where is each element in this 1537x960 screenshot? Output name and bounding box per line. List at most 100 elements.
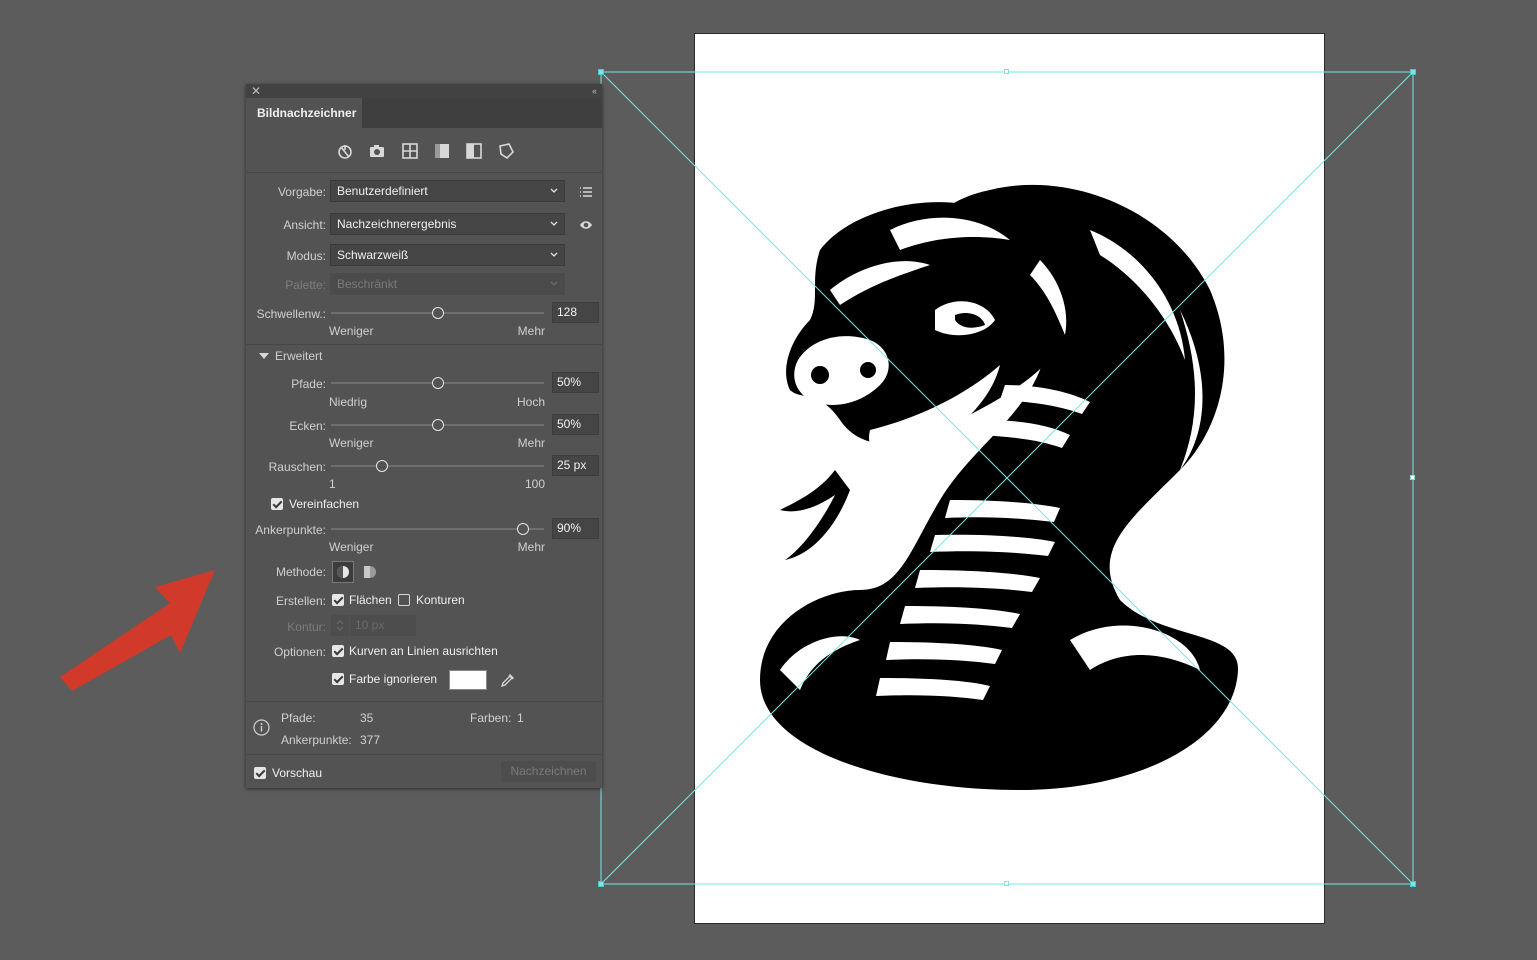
- divider: [246, 172, 602, 173]
- rauschen-max-label: 100: [524, 477, 545, 491]
- ecken-slider-knob[interactable]: [431, 419, 444, 431]
- divider: [246, 701, 602, 702]
- kontur-input: 10 px: [350, 615, 416, 636]
- overlapping-method-icon[interactable]: [359, 561, 381, 583]
- outline-icon[interactable]: [497, 142, 515, 160]
- flaechen-checkbox[interactable]: [332, 594, 344, 606]
- vorgabe-label: Vorgabe:: [277, 185, 326, 199]
- info-ankerpunkte-value: 377: [360, 733, 381, 747]
- ansicht-dropdown[interactable]: Nachzeichnerergebnis: [330, 213, 565, 235]
- snake-artwork[interactable]: [740, 170, 1250, 800]
- erweitert-label[interactable]: Erweitert: [275, 349, 322, 363]
- selection-handle-right-middle[interactable]: [1410, 475, 1415, 480]
- divider: [246, 754, 602, 755]
- farbe-ignorieren-checkbox[interactable]: [332, 673, 344, 685]
- info-pfade-value: 35: [360, 711, 374, 725]
- ecken-max-label: Mehr: [517, 436, 545, 450]
- modus-label: Modus:: [286, 249, 326, 263]
- ankerpunkte-min-label: Weniger: [329, 540, 374, 554]
- ecken-input[interactable]: 50%: [552, 414, 599, 435]
- nachzeichnen-button[interactable]: Nachzeichnen: [501, 761, 596, 782]
- methode-label: Methode:: [275, 565, 326, 579]
- vereinfachen-checkbox[interactable]: [271, 498, 283, 510]
- chevron-down-icon: [550, 221, 558, 226]
- optionen-label: Optionen:: [273, 645, 326, 659]
- vereinfachen-label: Vereinfachen: [289, 497, 360, 511]
- eyedropper-icon[interactable]: [499, 671, 517, 689]
- panel-title-bar[interactable]: ✕ ‹‹: [246, 84, 602, 98]
- ansicht-value: Nachzeichnerergebnis: [337, 217, 457, 231]
- ecken-min-label: Weniger: [329, 436, 374, 450]
- vorschau-label: Vorschau: [272, 766, 323, 780]
- collapse-icon[interactable]: ‹‹: [592, 84, 597, 98]
- stepper-arrows-icon: [336, 620, 344, 631]
- rauschen-input[interactable]: 25 px: [552, 455, 599, 476]
- vorgabe-value: Benutzerdefiniert: [337, 184, 428, 198]
- rauschen-slider-track[interactable]: [331, 465, 544, 467]
- modus-dropdown[interactable]: Schwarzweiß: [330, 244, 565, 266]
- chevron-down-icon: [550, 188, 558, 193]
- vorgabe-dropdown[interactable]: Benutzerdefiniert: [330, 180, 565, 202]
- pfade-label: Pfade:: [291, 377, 326, 391]
- schwellenwert-slider-knob[interactable]: [431, 307, 444, 319]
- konturen-checkbox[interactable]: [398, 594, 410, 606]
- ankerpunkte-input[interactable]: 90%: [552, 518, 599, 539]
- selection-handle-top-left[interactable]: [598, 69, 604, 75]
- info-farben-label: Farben:: [470, 711, 512, 725]
- preset-icon-bar: [246, 128, 602, 172]
- panel-tab-bar: Bildnachzeichner: [246, 98, 602, 128]
- pfade-slider-knob[interactable]: [431, 377, 444, 389]
- pfade-max-label: Hoch: [516, 395, 545, 409]
- erstellen-label: Erstellen:: [275, 594, 326, 608]
- flaechen-label: Flächen: [349, 593, 392, 607]
- palette-dropdown: Beschränkt: [330, 273, 565, 295]
- palette-value: Beschränkt: [337, 277, 398, 291]
- ankerpunkte-max-label: Mehr: [517, 540, 545, 554]
- pfade-input[interactable]: 50%: [552, 372, 599, 393]
- selection-handle-bottom-middle[interactable]: [1004, 881, 1009, 886]
- konturen-label: Konturen: [416, 593, 465, 607]
- kontur-label: Kontur:: [287, 620, 326, 634]
- schwellenwert-max-label: Mehr: [517, 324, 545, 338]
- rauschen-min-label: 1: [329, 477, 336, 491]
- palette-label: Palette:: [285, 278, 326, 292]
- info-icon: [253, 719, 270, 736]
- kontur-stepper: [331, 615, 349, 636]
- black-white-icon[interactable]: [465, 142, 483, 160]
- disclosure-triangle-icon[interactable]: [258, 351, 270, 361]
- ankerpunkte-label: Ankerpunkte:: [255, 523, 326, 537]
- selection-handle-bottom-right[interactable]: [1410, 881, 1416, 887]
- selection-handle-top-right[interactable]: [1410, 69, 1416, 75]
- schwellenwert-input[interactable]: 128: [552, 302, 599, 323]
- eye-icon[interactable]: [579, 218, 593, 232]
- ankerpunkte-slider-knob[interactable]: [516, 523, 529, 535]
- camera-icon[interactable]: [368, 142, 386, 160]
- chevron-down-icon: [550, 281, 558, 286]
- rauschen-slider-knob[interactable]: [376, 460, 389, 472]
- preset-menu-icon[interactable]: [579, 185, 593, 199]
- close-icon[interactable]: ✕: [251, 84, 261, 98]
- ankerpunkte-slider-track[interactable]: [331, 528, 544, 530]
- modus-value: Schwarzweiß: [337, 248, 409, 262]
- rauschen-label: Rauschen:: [268, 460, 326, 474]
- ignore-color-swatch[interactable]: [449, 670, 487, 690]
- abutting-method-icon[interactable]: [332, 561, 354, 583]
- ecken-label: Ecken:: [289, 419, 326, 433]
- chevron-down-icon: [550, 252, 558, 257]
- grayscale-icon[interactable]: [433, 142, 451, 160]
- image-trace-panel: ✕ ‹‹ Bildnachzeichner Vorgabe: Benutzerd…: [246, 84, 602, 788]
- selection-handle-bottom-left[interactable]: [598, 881, 604, 887]
- vorschau-checkbox[interactable]: [254, 767, 266, 779]
- ansicht-label: Ansicht:: [283, 218, 326, 232]
- farbe-ignorieren-label: Farbe ignorieren: [349, 672, 438, 686]
- kurven-checkbox[interactable]: [332, 645, 344, 657]
- selection-handle-top-middle[interactable]: [1004, 69, 1009, 74]
- tab-bildnachzeichner[interactable]: Bildnachzeichner: [246, 98, 362, 128]
- info-pfade-label: Pfade:: [281, 711, 316, 725]
- low-color-icon[interactable]: [401, 142, 419, 160]
- divider: [246, 344, 602, 345]
- kurven-label: Kurven an Linien ausrichten: [349, 644, 498, 658]
- red-arrow-annotation: [60, 570, 215, 691]
- info-ankerpunkte-label: Ankerpunkte:: [281, 733, 352, 747]
- auto-color-icon[interactable]: [336, 142, 354, 160]
